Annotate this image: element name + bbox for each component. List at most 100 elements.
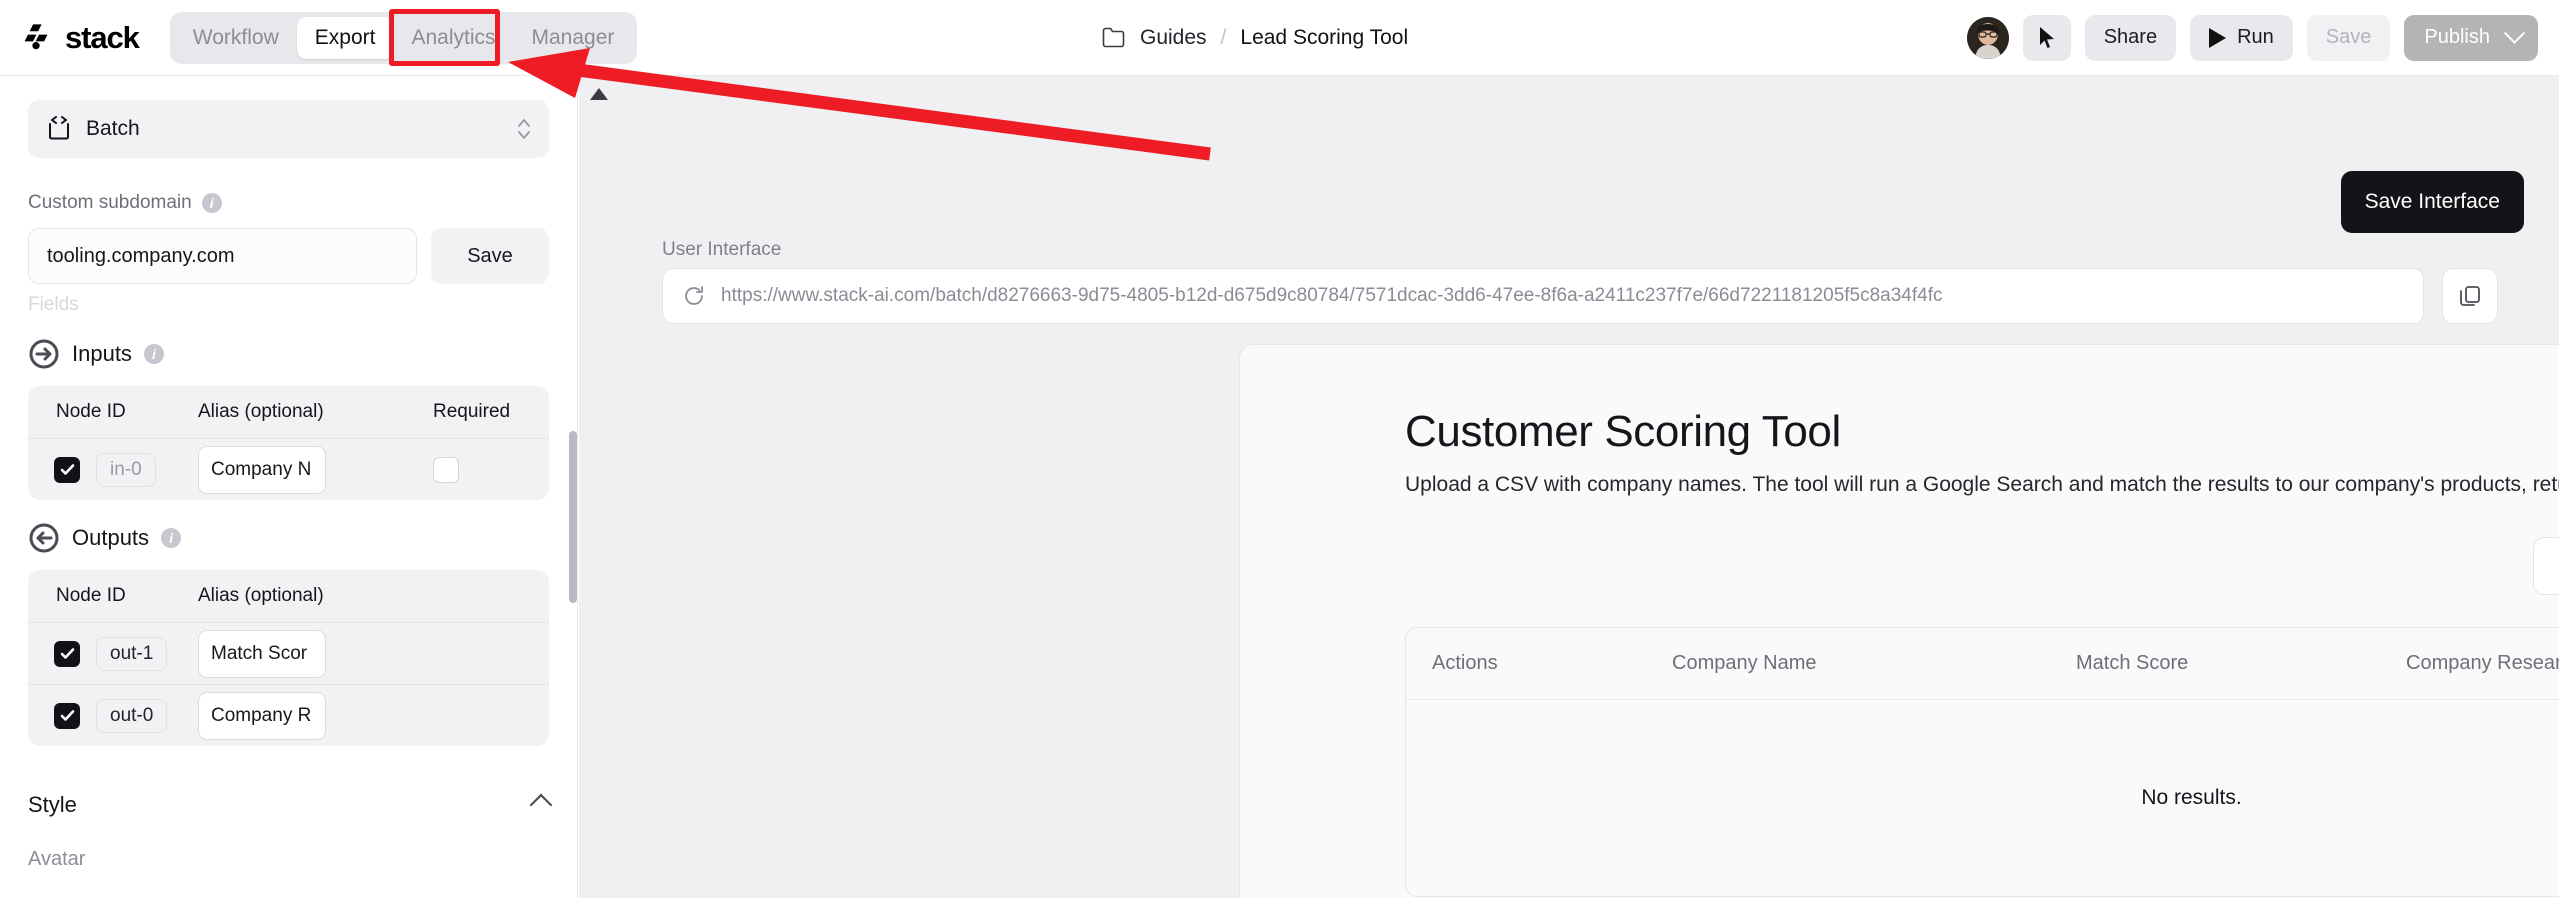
left-sidebar: Batch Custom subdomain i Save Fields: [0, 76, 578, 898]
run-button-label: Run: [2237, 26, 2274, 48]
cursor-pointer-icon: [2039, 26, 2054, 48]
chevron-up-icon: [529, 793, 553, 817]
info-icon[interactable]: i: [201, 193, 222, 213]
deployment-mode-select[interactable]: Batch: [28, 100, 549, 158]
results-empty-message: No results.: [2141, 786, 2242, 809]
input-arrow-icon: [29, 339, 59, 369]
output-arrow-icon: [29, 523, 59, 553]
inputs-table-header: Node ID Alias (optional) Required: [28, 386, 549, 438]
input-node-id: in-0: [96, 452, 156, 487]
outputs-section-header: Outputs i: [28, 522, 549, 554]
run-actions-row: Add Run Run Batch ···: [1405, 537, 2559, 595]
outputs-col-alias: Alias (optional): [198, 585, 324, 606]
save-button[interactable]: Save: [2306, 14, 2391, 61]
breadcrumb: Guides / Lead Scoring Tool: [1102, 26, 1408, 50]
input-alias-field[interactable]: [198, 445, 326, 494]
copy-url-button[interactable]: [2442, 268, 2498, 324]
subdomain-save-button[interactable]: Save: [431, 228, 549, 284]
output-row-checkbox[interactable]: [54, 640, 80, 667]
inputs-table: Node ID Alias (optional) Required in-0: [28, 386, 549, 500]
sidebar-scrollbar[interactable]: [568, 76, 578, 898]
page-title: Customer Scoring Tool: [1405, 407, 1841, 456]
interface-preview-surface: Customer Scoring Tool Upload a CSV with …: [1239, 344, 2559, 898]
content-scroll-column[interactable]: [579, 76, 615, 898]
user-interface-label: User Interface: [662, 239, 782, 260]
inputs-col-alias: Alias (optional): [198, 401, 324, 422]
check-icon: [60, 648, 74, 659]
table-row: out-1: [28, 622, 549, 684]
custom-subdomain-label: Custom subdomain: [28, 192, 192, 213]
custom-subdomain-label-row: Custom subdomain i: [28, 192, 549, 214]
inputs-title: Inputs: [72, 341, 132, 366]
copy-icon: [2460, 286, 2480, 306]
brand-logo[interactable]: stack: [22, 19, 140, 56]
refresh-icon[interactable]: [683, 285, 705, 307]
outputs-table-header: Node ID Alias (optional): [28, 570, 549, 622]
run-button[interactable]: Run: [2190, 14, 2293, 61]
outputs-col-node-id: Node ID: [56, 585, 126, 606]
user-avatar[interactable]: [1966, 16, 2009, 59]
results-col-actions: Actions: [1432, 652, 1498, 674]
add-run-button[interactable]: Add Run: [2533, 537, 2559, 595]
page-subtitle: Upload a CSV with company names. The too…: [1405, 473, 2559, 496]
save-interface-button[interactable]: Save Interface: [2340, 171, 2524, 233]
play-icon: [2209, 27, 2227, 48]
style-avatar-label: Avatar: [28, 848, 86, 870]
input-required-checkbox[interactable]: [433, 456, 459, 483]
output-alias-field[interactable]: [198, 691, 326, 740]
app-root: stack Workflow Export Analytics Manager …: [0, 0, 2559, 898]
sidebar-scrollbar-thumb[interactable]: [569, 431, 577, 603]
share-button[interactable]: Share: [2084, 14, 2177, 61]
breadcrumb-root[interactable]: Guides: [1140, 26, 1207, 50]
cursor-tool-button[interactable]: [2022, 14, 2071, 61]
brand-name: stack: [65, 19, 140, 55]
table-row: out-0: [28, 684, 549, 746]
tab-export[interactable]: Export: [296, 16, 394, 59]
publish-button-label: Publish: [2424, 26, 2490, 48]
chevron-up-down-icon: [518, 119, 530, 139]
publish-button[interactable]: Publish: [2404, 14, 2538, 61]
export-app-icon: [49, 116, 69, 140]
output-row-checkbox[interactable]: [54, 702, 80, 729]
check-icon: [60, 710, 74, 721]
tab-workflow[interactable]: Workflow: [175, 17, 297, 59]
breadcrumb-separator: /: [1220, 25, 1227, 49]
results-table: Actions Company Name Match Score Company…: [1405, 627, 2559, 897]
inputs-col-required: Required: [433, 401, 511, 422]
interface-url-bar[interactable]: https://www.stack-ai.com/batch/d8276663-…: [662, 268, 2424, 324]
outputs-table: Node ID Alias (optional) out-1 Match Sco…: [28, 570, 549, 746]
stack-logo-icon: [24, 23, 48, 49]
style-section-header[interactable]: Style: [28, 792, 553, 818]
tab-manager[interactable]: Manager: [514, 17, 633, 59]
top-bar: stack Workflow Export Analytics Manager …: [0, 0, 2559, 76]
info-icon[interactable]: i: [161, 528, 182, 548]
style-title: Style: [28, 792, 77, 817]
outputs-title: Outputs: [72, 525, 150, 550]
tab-analytics[interactable]: Analytics: [393, 17, 513, 59]
custom-subdomain-input[interactable]: [28, 228, 417, 284]
fields-section-header[interactable]: Fields: [28, 294, 549, 316]
avatar-image: [1966, 16, 2009, 59]
inputs-col-node-id: Node ID: [56, 401, 126, 422]
breadcrumb-current: Lead Scoring Tool: [1240, 25, 1409, 49]
table-row: in-0: [28, 438, 549, 500]
custom-subdomain-row: Save: [28, 228, 549, 284]
output-node-id: out-0: [96, 698, 168, 733]
results-col-company-research: Company Research: [2406, 652, 2559, 674]
fields-section-label: Fields: [28, 294, 79, 315]
output-alias-field[interactable]: [198, 629, 326, 678]
view-tabs: Workflow Export Analytics Manager: [169, 11, 638, 64]
chevron-down-icon: [2503, 22, 2526, 44]
top-right-actions: Share Run Save Publish: [1966, 14, 2538, 61]
folder-icon: [1102, 27, 1125, 48]
results-col-company-name: Company Name: [1672, 652, 1817, 674]
interface-url-text: https://www.stack-ai.com/batch/d8276663-…: [721, 285, 1943, 306]
input-row-checkbox[interactable]: [54, 456, 80, 483]
inputs-section-header: Inputs i: [28, 338, 549, 370]
main-content: Save Interface User Interface https://ww…: [579, 76, 2559, 898]
results-col-match-score: Match Score: [2076, 652, 2189, 674]
output-node-id: out-1: [96, 636, 168, 671]
scroll-up-arrow-icon[interactable]: [590, 88, 608, 100]
info-icon[interactable]: i: [143, 344, 164, 364]
check-icon: [60, 464, 74, 475]
